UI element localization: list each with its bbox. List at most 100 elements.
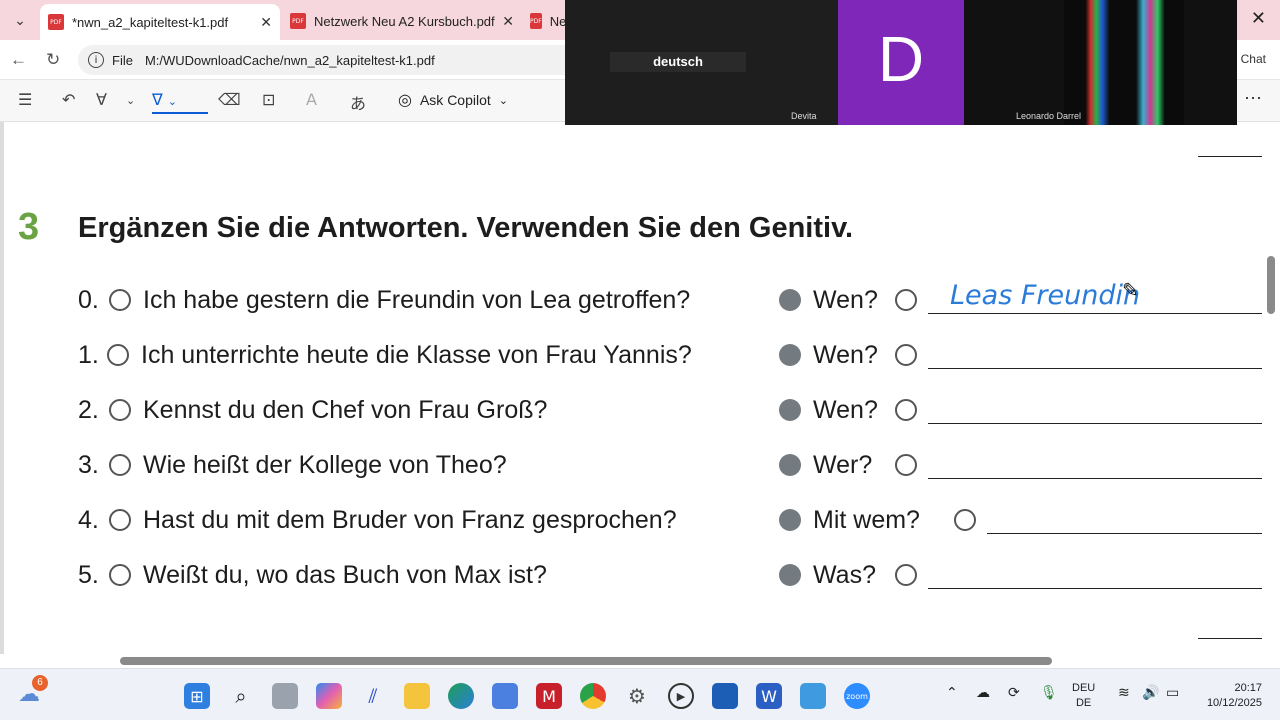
system-clock[interactable]: 20:17 10/12/2025 bbox=[1198, 681, 1262, 711]
filled-dot bbox=[779, 509, 801, 531]
slash-app-icon[interactable]: ⫽ bbox=[360, 683, 386, 709]
exercise-row: 2. Kennst du den Chef von Frau Groß? Wen… bbox=[0, 392, 1262, 432]
edge-browser-icon[interactable] bbox=[448, 683, 474, 709]
battery-icon[interactable]: ▭ bbox=[1166, 685, 1179, 701]
word-icon[interactable]: W bbox=[756, 683, 782, 709]
chrome-icon[interactable] bbox=[580, 683, 606, 709]
vertical-scrollbar[interactable] bbox=[1262, 122, 1280, 654]
info-icon[interactable]: i bbox=[88, 52, 104, 68]
back-arrow-icon[interactable]: ← bbox=[10, 50, 27, 70]
exercise-row: 0. Ich habe gestern die Freundin von Lea… bbox=[0, 280, 1262, 322]
answer-line[interactable] bbox=[987, 533, 1262, 534]
horizontal-scrollbar[interactable] bbox=[4, 654, 1262, 668]
exercise-row: 5. Weißt du, wo das Buch von Max ist? Wa… bbox=[0, 557, 1262, 597]
tab-kursbuch[interactable]: PDF Netzwerk Neu A2 Kursbuch.pdf ✕ bbox=[282, 6, 522, 36]
radio-circle[interactable] bbox=[895, 289, 917, 311]
task-view-icon[interactable] bbox=[272, 683, 298, 709]
filled-dot bbox=[779, 289, 801, 311]
address-bar[interactable]: i File M:/WUDownloadCache/nwn_a2_kapitel… bbox=[78, 45, 578, 75]
media-player-icon[interactable]: ▶ bbox=[668, 683, 694, 709]
exercise-row: 3. Wie heißt der Kollege von Theo? Wer? bbox=[0, 447, 1262, 487]
answer-line[interactable] bbox=[928, 313, 1262, 314]
answer-line[interactable] bbox=[928, 368, 1262, 369]
radio-circle[interactable] bbox=[895, 564, 917, 586]
sync-icon[interactable]: ⟳ bbox=[1008, 685, 1020, 701]
radio-circle[interactable] bbox=[954, 509, 976, 531]
window-close-icon[interactable]: ✕ bbox=[1251, 8, 1266, 29]
row-number: 1. bbox=[78, 341, 99, 369]
zoom-app-icon[interactable]: zoom bbox=[844, 683, 870, 709]
microphone-icon[interactable]: 🎙 bbox=[1040, 685, 1058, 701]
input-language-indicator[interactable]: DEU DE bbox=[1072, 681, 1095, 711]
undo-icon[interactable]: ↶ bbox=[62, 90, 75, 109]
volume-icon[interactable]: 🔊 bbox=[1142, 685, 1159, 701]
participant-tile[interactable]: Leonardo Darrel bbox=[964, 0, 1237, 125]
file-explorer-icon[interactable] bbox=[404, 683, 430, 709]
radio-circle[interactable] bbox=[895, 344, 917, 366]
row-number: 5. bbox=[78, 561, 99, 589]
radio-circle[interactable] bbox=[107, 344, 129, 366]
participant-tile[interactable]: deutsch Devita bbox=[565, 0, 838, 125]
language-code: DEU bbox=[1072, 682, 1096, 694]
draw-pen-icon[interactable]: ∇ ⌄ bbox=[152, 90, 208, 114]
read-aloud-icon[interactable]: A bbox=[306, 90, 317, 109]
close-icon[interactable]: ✕ bbox=[260, 14, 272, 31]
vertical-scroll-thumb[interactable] bbox=[1267, 256, 1275, 314]
pdf-icon: PDF bbox=[530, 13, 542, 29]
eraser-icon[interactable]: ⌫ bbox=[218, 90, 241, 109]
handwritten-answer: Leas Freundin bbox=[950, 280, 1141, 311]
highlight-options-chevron-icon[interactable]: ⌄ bbox=[126, 94, 135, 107]
answer-line[interactable] bbox=[928, 478, 1262, 479]
prompt-text: Wen? bbox=[813, 286, 878, 314]
close-icon[interactable]: ✕ bbox=[502, 13, 514, 30]
clock-date: 10/12/2025 bbox=[1206, 697, 1262, 709]
exercise-row: 4. Hast du mit dem Bruder von Franz gesp… bbox=[0, 502, 1262, 542]
show-hidden-icons-chevron-icon[interactable]: ⌃ bbox=[946, 685, 958, 701]
tab-label: Netzwerk Neu A2 Kursbuch.pdf bbox=[314, 13, 495, 29]
store-icon[interactable] bbox=[492, 683, 518, 709]
radio-circle[interactable] bbox=[895, 454, 917, 476]
more-options-icon[interactable]: ⋯ bbox=[1244, 88, 1262, 109]
chat-button[interactable]: Chat bbox=[1241, 52, 1266, 66]
copilot-app-icon[interactable] bbox=[316, 683, 342, 709]
participant-name: Devita bbox=[791, 111, 817, 121]
translate-icon[interactable]: あ bbox=[350, 90, 366, 114]
mcafee-icon[interactable]: M bbox=[536, 683, 562, 709]
radio-circle[interactable] bbox=[895, 399, 917, 421]
horizontal-scroll-thumb[interactable] bbox=[120, 657, 1052, 665]
answer-line[interactable] bbox=[928, 588, 1262, 589]
settings-gear-icon[interactable]: ⚙ bbox=[624, 683, 650, 709]
search-icon[interactable]: ⌕ bbox=[228, 683, 254, 709]
participant-tile[interactable]: D bbox=[838, 0, 964, 125]
page-rule-bottom bbox=[1198, 638, 1262, 639]
exercise-row: 1. Ich unterrichte heute die Klasse von … bbox=[0, 337, 1262, 377]
notepad-icon[interactable] bbox=[800, 683, 826, 709]
tab-third[interactable]: PDF Ne bbox=[522, 6, 566, 36]
zoom-video-strip: deutsch Devita D Leonardo Darrel bbox=[565, 0, 1237, 125]
onedrive-cloud-icon[interactable]: ☁ bbox=[976, 685, 990, 701]
question-text: Hast du mit dem Bruder von Franz gesproc… bbox=[143, 506, 677, 534]
ask-copilot-button[interactable]: ◎ Ask Copilot ⌄ bbox=[398, 90, 508, 110]
start-windows-icon[interactable]: ⊞ bbox=[184, 683, 210, 709]
highlight-icon[interactable]: ∀ bbox=[96, 90, 107, 109]
participant-name: Leonardo Darrel bbox=[1016, 111, 1082, 121]
prompt-text: Was? bbox=[813, 561, 876, 589]
prompt-text: Wer? bbox=[813, 451, 873, 479]
radio-circle[interactable] bbox=[109, 289, 131, 311]
answer-line[interactable] bbox=[928, 423, 1262, 424]
text-box-icon[interactable]: ⊡ bbox=[262, 90, 275, 109]
radio-circle[interactable] bbox=[109, 509, 131, 531]
tab-kapiteltest[interactable]: PDF *nwn_a2_kapiteltest-k1.pdf ✕ bbox=[40, 4, 280, 40]
row-number: 0. bbox=[78, 286, 99, 314]
radio-circle[interactable] bbox=[109, 564, 131, 586]
tab-actions-chevron-down-icon[interactable]: ⌄ bbox=[6, 8, 34, 32]
question-text: Ich unterrichte heute die Klasse von Fra… bbox=[141, 341, 692, 369]
refresh-icon[interactable]: ↻ bbox=[46, 50, 60, 70]
weather-widget-icon[interactable]: ☁ 6 bbox=[18, 675, 48, 706]
radio-circle[interactable] bbox=[109, 399, 131, 421]
question-text: Kennst du den Chef von Frau Groß? bbox=[143, 396, 548, 424]
contents-list-icon[interactable]: ☰ bbox=[18, 90, 32, 109]
wifi-icon[interactable]: ≋ bbox=[1118, 685, 1130, 701]
radio-circle[interactable] bbox=[109, 454, 131, 476]
whiteboard-icon[interactable] bbox=[712, 683, 738, 709]
